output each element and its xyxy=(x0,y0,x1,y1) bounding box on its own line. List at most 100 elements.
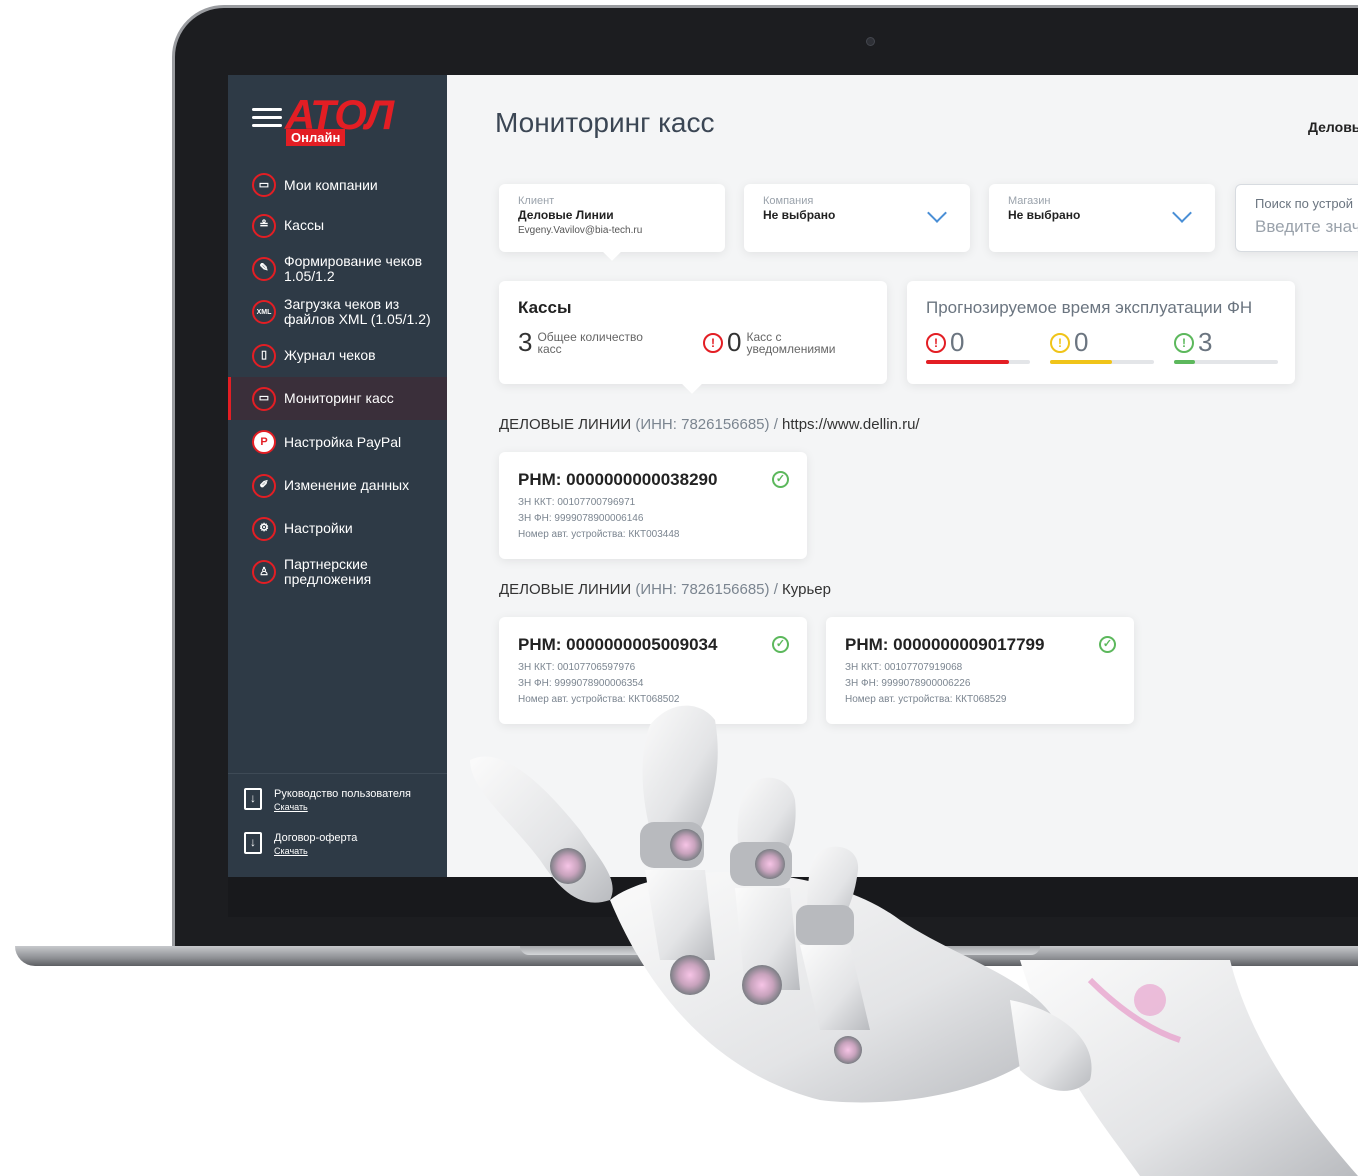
group-place[interactable]: https://www.dellin.ru/ xyxy=(782,416,920,433)
warning-icon: ! xyxy=(926,332,946,353)
download-doc-icon: ↓ xyxy=(244,832,262,854)
company-label: Компания xyxy=(763,195,814,207)
sidebar-item-cashboxes[interactable]: ≗ Кассы xyxy=(228,204,447,247)
alert-cashboxes: ! 0 Касс с уведомлениями xyxy=(703,327,856,358)
fn-forecast: Прогнозируемое время эксплуатации ФН ! 0!… xyxy=(907,281,1295,384)
monitor-icon: ▭ xyxy=(252,386,276,411)
app-screen: АТОЛ Онлайн ▭ Мои компании ≗ Кассы ✎ Фор… xyxy=(228,75,1358,877)
shop-label: Магазин xyxy=(1008,195,1051,207)
sidebar-item-journal[interactable]: ▯ Журнал чеков xyxy=(228,334,447,377)
sidebar-item-settings[interactable]: ⚙ Настройки xyxy=(228,507,447,550)
company-value: Не выбрано xyxy=(763,208,836,222)
search-input[interactable]: Введите знач xyxy=(1255,217,1358,237)
warning-icon: ! xyxy=(1050,332,1070,353)
client-value: Деловые Линии xyxy=(518,208,614,222)
company-select[interactable]: Компания Не выбрано xyxy=(744,184,970,252)
device-rnm: РНМ: 0000000005009034 xyxy=(518,635,718,654)
device-card[interactable]: РНМ: 0000000000038290 ✓ ЗН ККТ: 00107700… xyxy=(499,452,807,559)
group-inn: (ИНН: 7826156685) / xyxy=(635,581,778,598)
total-count: 3 xyxy=(518,327,533,357)
device-rnm: РНМ: 0000000009017799 xyxy=(845,635,1045,654)
card-pointer xyxy=(602,241,622,261)
logo-badge: Онлайн xyxy=(286,129,346,146)
fn-item: ! 0 xyxy=(926,327,964,358)
alert-count: 0 xyxy=(727,327,742,357)
fn-progress-bar xyxy=(1174,360,1278,364)
fn-title: Прогнозируемое время эксплуатации ФН xyxy=(926,298,1253,317)
receipt-edit-icon: ✎ xyxy=(252,256,276,281)
page-title: Мониторинг касс xyxy=(495,107,715,138)
alert-label: Касс с уведомлениями xyxy=(746,329,836,356)
sidebar-item-partners[interactable]: ♙ Партнерские предложения xyxy=(228,550,447,594)
sidebar-nav: ▭ Мои компании ≗ Кассы ✎ Формирование че… xyxy=(228,163,447,594)
device-search[interactable]: Поиск по устрой Введите знач xyxy=(1235,184,1358,252)
shop-value: Не выбрано xyxy=(1008,208,1081,222)
shop-select[interactable]: Магазин Не выбрано xyxy=(989,184,1215,252)
camera-icon xyxy=(866,37,875,46)
check-circle-icon: ✓ xyxy=(1099,636,1116,653)
card-pointer xyxy=(682,374,702,394)
sidebar-item-label: Изменение данных xyxy=(284,477,410,493)
fn-progress-fill xyxy=(1174,360,1195,364)
user-name[interactable]: Деловы xyxy=(1308,119,1358,135)
doc-title: Договор-оферта xyxy=(274,832,358,844)
fn-count: 0 xyxy=(950,327,965,357)
fn-progress-bar xyxy=(1050,360,1154,364)
edit-icon: ✐ xyxy=(252,473,276,498)
group-inn: (ИНН: 7826156685) / xyxy=(635,416,778,433)
sidebar-item-label: Партнерские предложения xyxy=(284,556,372,587)
device-zn-fn: ЗН ФН: 9999078900006146 xyxy=(518,513,644,524)
sidebar-item-xml-upload[interactable]: XML Загрузка чеков из файлов XML (1.05/1… xyxy=(228,290,447,334)
journal-icon: ▯ xyxy=(252,343,276,368)
group-place[interactable]: Курьер xyxy=(782,581,831,598)
fn-count: 3 xyxy=(1198,327,1213,357)
sidebar: АТОЛ Онлайн ▭ Мои компании ≗ Кассы ✎ Фор… xyxy=(228,75,447,877)
cashbox-icon: ≗ xyxy=(252,213,276,238)
doc-user-guide[interactable]: ↓ Руководство пользователя Скачать xyxy=(228,774,447,818)
paypal-icon: P xyxy=(252,430,276,454)
device-zn-fn: ЗН ФН: 9999078900006354 xyxy=(518,678,644,689)
sidebar-item-edit-data[interactable]: ✐ Изменение данных xyxy=(228,464,447,507)
fn-item: ! 3 xyxy=(1174,327,1212,358)
fn-progress-fill xyxy=(1050,360,1113,364)
sidebar-item-label: Настройки xyxy=(284,520,353,536)
main-content: Мониторинг касс Деловы Клиент Деловые Ли… xyxy=(447,75,1358,877)
cashboxes-summary: Кассы 3 Общее количество касс ! 0 Касс с… xyxy=(499,281,887,394)
warning-icon: ! xyxy=(1174,332,1194,353)
sidebar-item-label: Настройка PayPal xyxy=(284,433,402,450)
check-circle-icon: ✓ xyxy=(772,636,789,653)
doc-download-link[interactable]: Скачать xyxy=(274,846,357,856)
sidebar-item-monitoring[interactable]: ▭ Мониторинг касс xyxy=(228,377,447,420)
fn-progress-fill xyxy=(926,360,1010,364)
device-card[interactable]: РНМ: 0000000009017799 ✓ ЗН ККТ: 00107707… xyxy=(826,617,1134,724)
doc-offer-contract[interactable]: ↓ Договор-оферта Скачать xyxy=(228,818,447,862)
hamburger-menu-icon[interactable] xyxy=(252,108,282,128)
client-selector[interactable]: Клиент Деловые Линии Evgeny.Vavilov@bia-… xyxy=(499,184,725,261)
group-header: ДЕЛОВЫЕ ЛИНИИ (ИНН: 7826156685) / https:… xyxy=(499,416,920,433)
gear-icon: ⚙ xyxy=(252,516,276,541)
sidebar-item-label: Мои компании xyxy=(284,176,378,193)
device-card[interactable]: РНМ: 0000000005009034 ✓ ЗН ККТ: 00107706… xyxy=(499,617,807,724)
device-auto-number: Номер авт. устройства: ККТ068502 xyxy=(518,694,680,705)
group-org: ДЕЛОВЫЕ ЛИНИИ xyxy=(499,416,632,433)
total-label: Общее количество касс xyxy=(537,329,643,356)
company-icon: ▭ xyxy=(252,173,276,197)
fn-item: ! 0 xyxy=(1050,327,1088,358)
total-cashboxes: 3 Общее количество касс xyxy=(518,327,657,358)
device-auto-number: Номер авт. устройства: ККТ003448 xyxy=(518,529,680,540)
check-circle-icon: ✓ xyxy=(772,471,789,488)
fn-progress-bar xyxy=(926,360,1030,364)
laptop-hinge-notch xyxy=(520,946,1040,955)
xml-upload-icon: XML xyxy=(252,300,276,324)
sidebar-item-paypal[interactable]: P Настройка PayPal xyxy=(228,420,447,464)
sidebar-item-label: Формирование чеков 1.05/1.2 xyxy=(284,252,423,284)
device-zn-kkt: ЗН ККТ: 00107707919068 xyxy=(845,662,963,673)
doc-title: Руководство пользователя xyxy=(274,788,411,800)
group-header: ДЕЛОВЫЕ ЛИНИИ (ИНН: 7826156685) / Курьер xyxy=(499,581,831,598)
partner-icon: ♙ xyxy=(252,560,276,584)
device-zn-kkt: ЗН ККТ: 00107700796971 xyxy=(518,497,636,508)
doc-download-link[interactable]: Скачать xyxy=(274,802,411,812)
sidebar-item-receipt-forming[interactable]: ✎ Формирование чеков 1.05/1.2 xyxy=(228,247,447,290)
forearm xyxy=(1020,960,1358,1176)
sidebar-item-companies[interactable]: ▭ Мои компании xyxy=(228,166,447,204)
